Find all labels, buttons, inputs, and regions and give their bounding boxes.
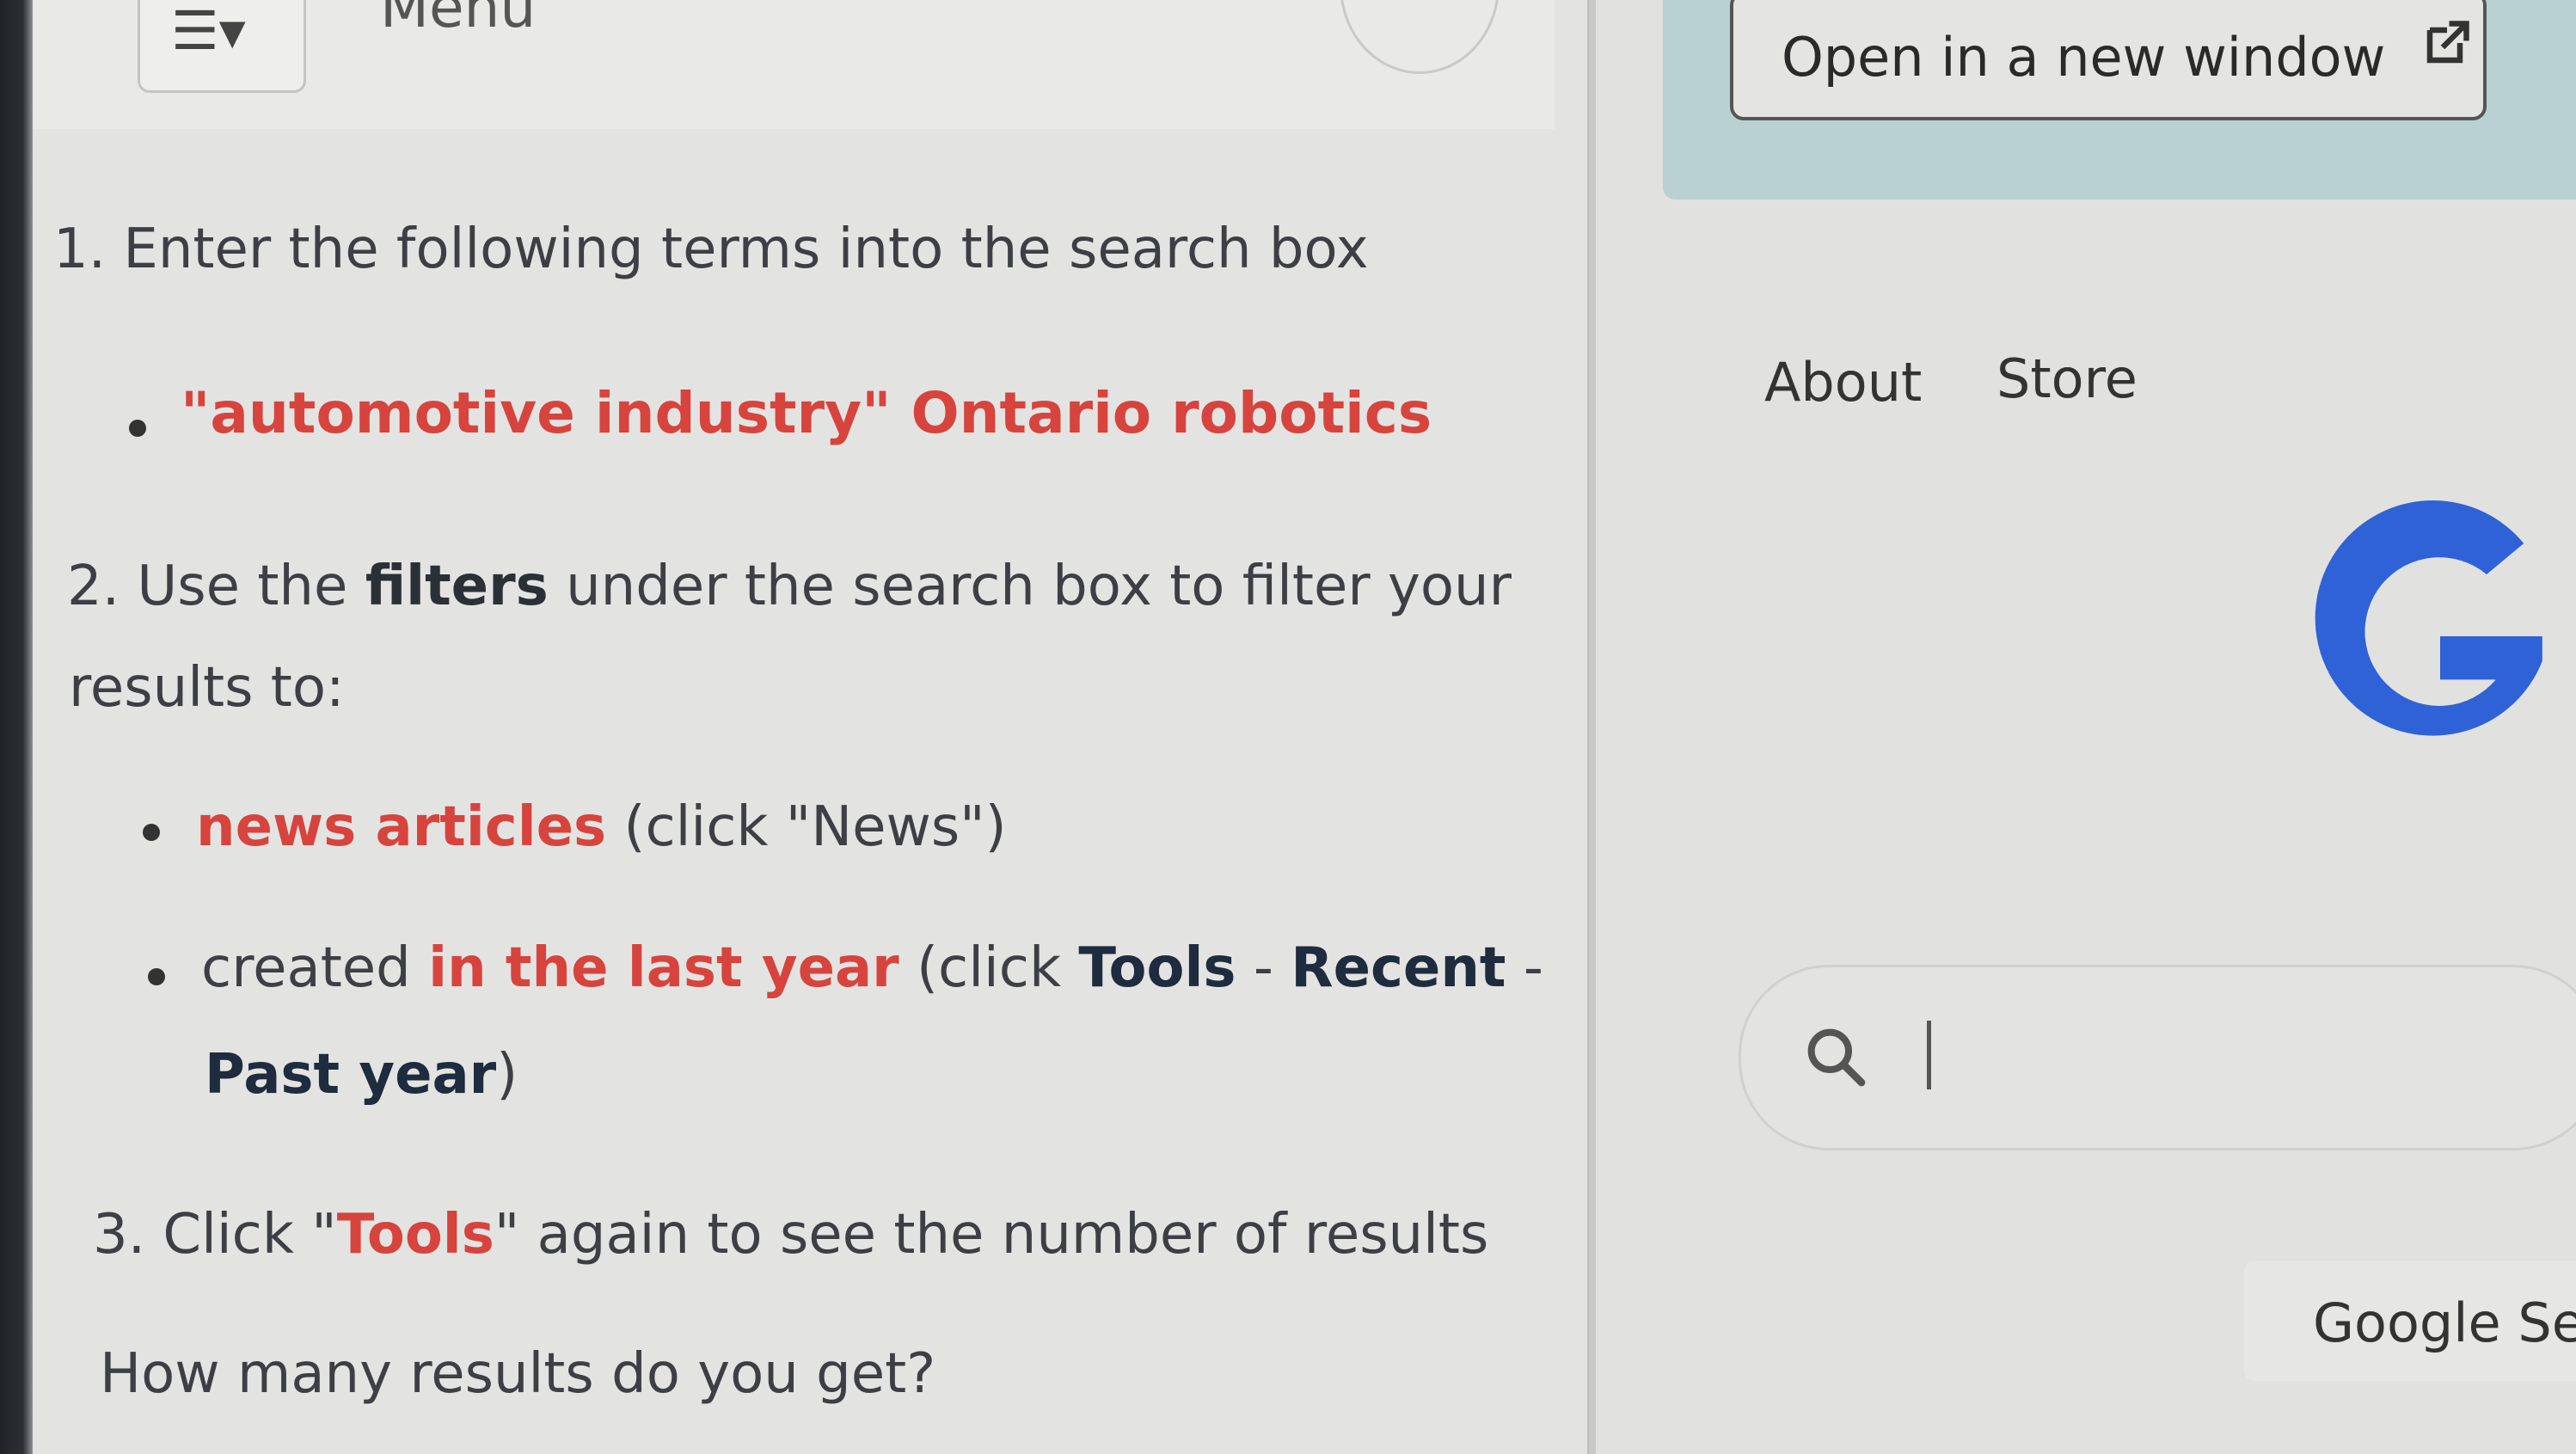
circle-button[interactable] [1340,0,1500,74]
search-terms: "automotive industry" Ontario robotics [181,380,1432,446]
window-edge [0,0,33,1454]
open-in-new-window-button[interactable]: Open in a new window [1730,0,2487,120]
google-search-input[interactable] [1739,965,2576,1150]
bullet-dot [129,420,146,437]
google-search-button-label: Google Se [2313,1291,2576,1354]
google-logo-letter [2315,500,2542,736]
menu-bar: ☰▾ Menu [33,0,1555,129]
bullet-dot [143,824,160,841]
bullet-news-articles: news articles (click "News") [196,795,1007,859]
question-text: How many results do you get? [100,1342,936,1406]
search-icon [1807,1028,1866,1087]
nav-link-about[interactable]: About [1764,356,1922,409]
open-window-bar: Open in a new window [1663,0,2576,199]
text-caret [1927,1021,1931,1089]
menu-button[interactable]: ☰▾ [138,0,306,93]
step-2-continued: results to: [69,656,345,720]
bullet-last-year-continued: Past year) [205,1043,518,1107]
step-1-text: 1. Enter the following terms into the se… [53,218,1369,281]
hamburger-dropdown-icon: ☰▾ [171,0,246,62]
bullet-last-year: created in the last year (click Tools - … [201,936,1543,1000]
external-link-icon [2426,21,2469,64]
bullet-dot [148,968,165,985]
step-3-text: 3. Click "Tools" again to see the number… [93,1203,1489,1267]
open-in-new-window-label: Open in a new window [1782,26,2386,89]
google-search-button[interactable]: Google Se [2244,1261,2576,1381]
menu-label: Menu [380,0,537,40]
step-2-text: 2. Use the filters under the search box … [67,555,1512,618]
filters-keyword: filters [365,555,549,618]
nav-link-store[interactable]: Store [1996,353,2137,406]
